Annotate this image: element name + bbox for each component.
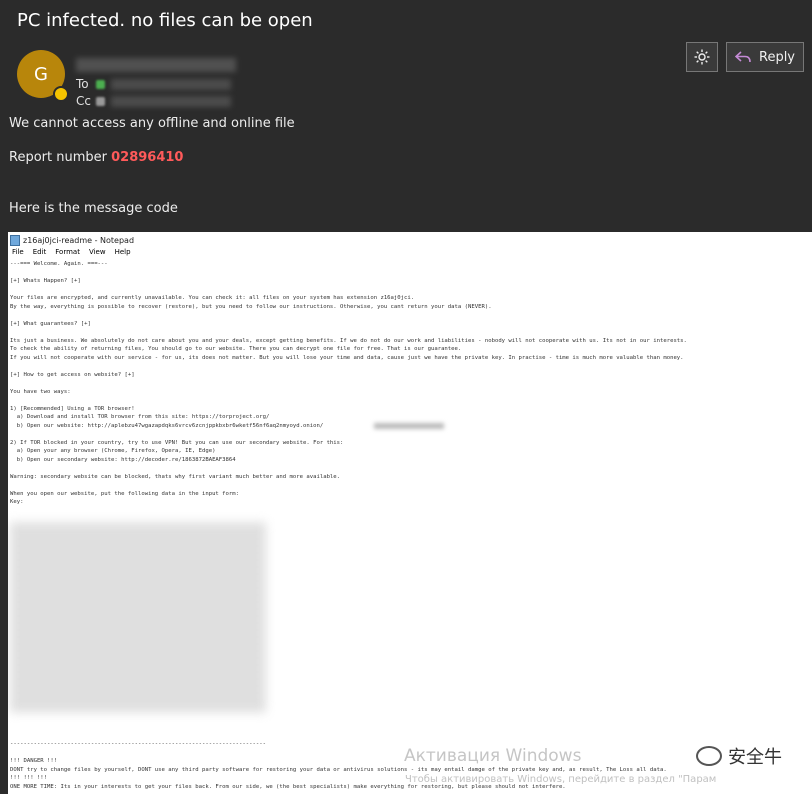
- menu-file: File: [12, 248, 24, 256]
- report-number: 02896410: [111, 150, 184, 165]
- brand-name: 安全牛: [728, 747, 782, 768]
- theme-toggle-button[interactable]: [686, 42, 718, 72]
- recipient-redacted: [111, 78, 231, 90]
- cc-recipient-icon: [96, 96, 105, 106]
- email-subject: PC infected. no files can be open: [17, 10, 313, 31]
- presence-badge: [53, 86, 69, 102]
- recipient-icon: [96, 79, 105, 89]
- cc-recipient-redacted: [111, 95, 231, 107]
- report-line: Report number 02896410: [9, 150, 183, 165]
- reply-label: Reply: [759, 49, 796, 65]
- cc-label: Cc: [76, 94, 91, 108]
- notepad-menu: File Edit Format View Help: [8, 248, 812, 260]
- to-label: To: [76, 77, 89, 91]
- body-line-3: Here is the message code: [9, 201, 178, 216]
- report-label: Report number: [9, 150, 107, 165]
- reply-button[interactable]: Reply: [726, 42, 804, 72]
- brand-watermark: 安全牛: [696, 743, 782, 769]
- body-line-1: We cannot access any offline and online …: [9, 116, 295, 131]
- sun-icon: [694, 49, 710, 65]
- windows-activation-title: Активация Windows: [404, 746, 582, 766]
- sender-name-redacted: [76, 58, 236, 72]
- menu-edit: Edit: [32, 248, 47, 256]
- reply-arrow-icon: [735, 51, 751, 63]
- notepad-screenshot: z16aj0jci-readme - Notepad File Edit For…: [8, 232, 812, 794]
- menu-help: Help: [114, 248, 131, 256]
- menu-view: View: [88, 248, 106, 256]
- ransom-note-text: ---=== Welcome. Again. ===--- [+] Whats …: [10, 261, 687, 505]
- redacted-url: [374, 423, 444, 429]
- to-row: To: [76, 77, 231, 91]
- redacted-key: [10, 522, 266, 712]
- notepad-title: z16aj0jci-readme - Notepad: [23, 235, 135, 245]
- menu-format: Format: [55, 248, 80, 256]
- notepad-titlebar: z16aj0jci-readme - Notepad: [8, 232, 812, 248]
- cc-row: Cc: [76, 94, 231, 108]
- brand-logo-icon: [696, 746, 722, 766]
- notepad-icon: [10, 234, 20, 246]
- windows-activation-subtitle: Чтобы активировать Windows, перейдите в …: [405, 774, 717, 785]
